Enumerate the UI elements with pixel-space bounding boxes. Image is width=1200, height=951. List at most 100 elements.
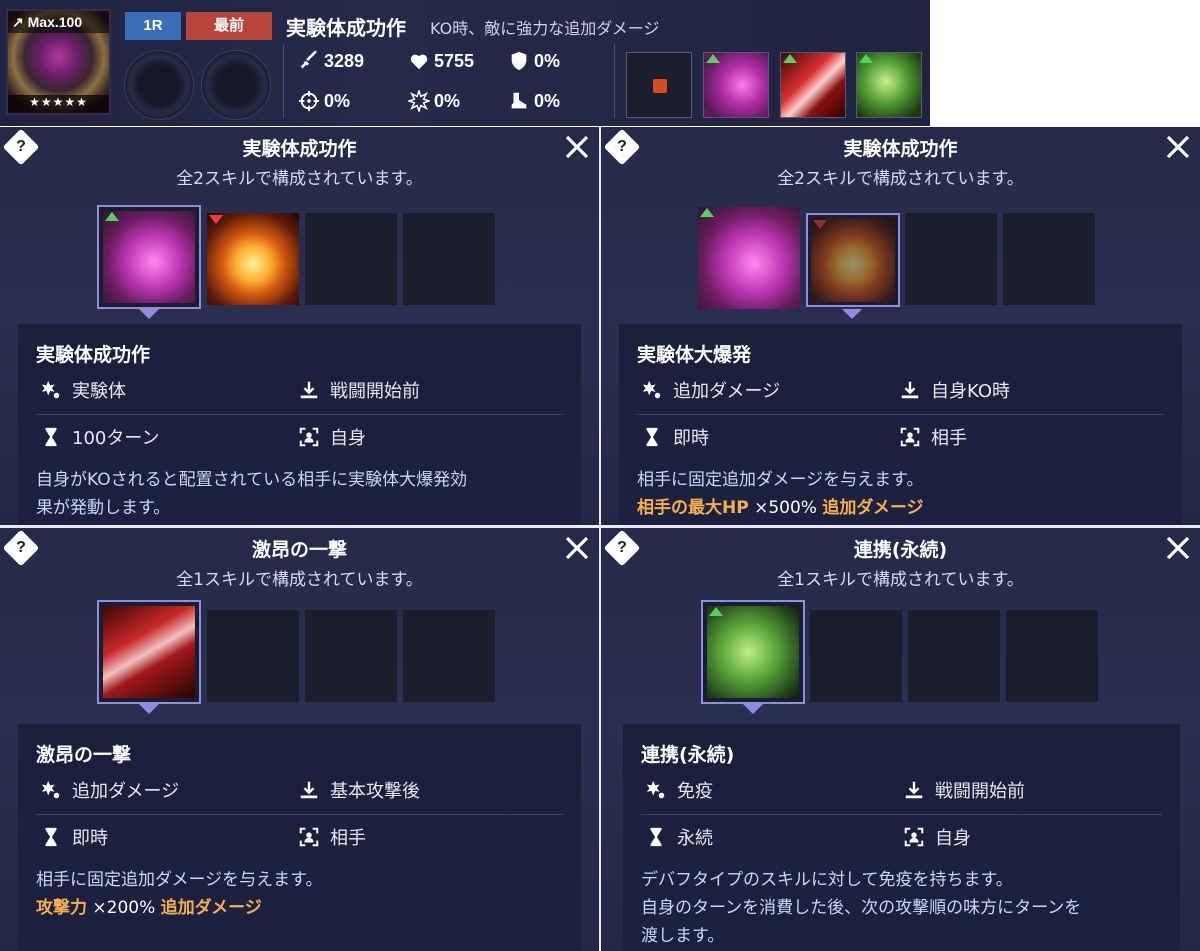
skill-detail-card: 連携(永続) 免疫 戦闘開始前 永続 自身 デバフタイプのスキルに対して免疫を持… <box>623 724 1180 951</box>
skill-panel-1: ? 実験体成功作 全2スキルで構成されています。 実験体成功作 実験体 戦闘開始… <box>0 127 599 525</box>
skill-duration: 100ターン <box>40 424 159 450</box>
selection-pointer <box>743 704 763 714</box>
skill-trigger: 基本攻撃後 <box>298 777 420 803</box>
skill-info-row: 即時 相手 <box>36 816 563 862</box>
skill-tab-empty <box>1006 610 1098 702</box>
equipment-slot-1[interactable] <box>124 50 194 120</box>
stat-critical: 0% <box>408 90 460 112</box>
skill-type: 追加ダメージ <box>40 777 179 803</box>
desc-formula: 攻撃力 ×200% 追加ダメージ <box>36 894 567 922</box>
skill-panel-3: ? 激昂の一撃 全1スキルで構成されています。 激昂の一撃 追加ダメージ 基本攻… <box>0 528 599 951</box>
skill-type-value: 追加ダメージ <box>673 381 781 402</box>
crosshair-icon <box>298 90 320 112</box>
level-label: ↗ Max.100 <box>8 11 109 33</box>
skill-detail-card: 激昂の一撃 追加ダメージ 基本攻撃後 即時 相手 相手に固定追加ダメージを与えま… <box>18 724 581 951</box>
boot-icon <box>511 92 527 109</box>
skill-tab-empty <box>908 610 1000 702</box>
skill-name: 連携(永続) <box>641 744 735 766</box>
skill-info-row: 100ターン 自身 <box>36 416 563 462</box>
skill-target-value: 自身 <box>330 428 366 449</box>
stat-defense-value: 0% <box>534 50 561 71</box>
skill-icon-link[interactable] <box>856 52 922 118</box>
stat-evasion-value: 0% <box>534 90 561 111</box>
skill-tab-link[interactable] <box>701 600 805 704</box>
skill-tab-empty <box>207 610 299 702</box>
character-portrait[interactable]: ↗ Max.100 ★★★★★ <box>6 9 111 115</box>
panel-title: 連携(永続) <box>853 539 948 561</box>
fist-icon <box>707 606 799 698</box>
panel-title: 実験体成功作 <box>242 138 357 160</box>
download-icon <box>905 781 923 799</box>
panel-subtitle: 全2スキルで構成されています。 <box>777 169 1024 189</box>
hourglass-icon <box>45 827 57 847</box>
skill-type-value: 追加ダメージ <box>72 781 180 802</box>
skill-type-value: 実験体 <box>72 381 126 402</box>
stat-accuracy-value: 0% <box>324 90 351 111</box>
position-badge: 最前 <box>186 12 272 40</box>
skill-type: 追加ダメージ <box>641 377 780 403</box>
skill-info-row: 免疫 戦闘開始前 <box>641 769 1162 815</box>
sparkle-icon <box>41 380 60 399</box>
slash-icon <box>103 606 195 698</box>
skill-target: 相手 <box>298 824 366 850</box>
character-header: ↗ Max.100 ★★★★★ 1R 最前 実験体成功作 KO時、敵に強力な追加… <box>0 0 930 126</box>
skill-name: 実験体成功作 <box>36 344 151 366</box>
sword-icon <box>300 50 317 69</box>
skill-tab-empty <box>403 213 495 305</box>
desc-line: 自身のターンを消費した後、次の攻撃順の味方にターンを <box>641 898 1082 918</box>
skill-info-row: 実験体 戦闘開始前 <box>36 369 563 415</box>
skill-info-row: 永続 自身 <box>641 816 1162 862</box>
skill-target: 相手 <box>899 424 967 450</box>
skill-tab-empty <box>1003 213 1095 305</box>
skill-tab-furious-strike[interactable] <box>97 600 201 704</box>
heart-icon <box>410 54 428 70</box>
skill-tab-experiment[interactable] <box>97 205 201 309</box>
arrow-up-icon <box>783 54 797 63</box>
skill-panel-4: ? 連携(永続) 全1スキルで構成されています。 連携(永続) 免疫 戦闘開始前… <box>601 528 1200 951</box>
skill-icon-row <box>0 600 599 716</box>
stat-defense: 0% <box>508 50 560 72</box>
download-icon <box>300 781 318 799</box>
skill-info-row: 即時 相手 <box>637 416 1164 462</box>
skill-tab-empty <box>810 610 902 702</box>
stat-critical-value: 0% <box>434 90 461 111</box>
skill-type: 免疫 <box>645 777 713 803</box>
equipment-slot-2[interactable] <box>201 50 271 120</box>
skill-trigger: 戦闘開始前 <box>298 377 420 403</box>
target-person-icon <box>900 427 920 447</box>
skill-icon-furious-strike[interactable] <box>780 52 846 118</box>
desc-formula: 相手の最大HP ×500% 追加ダメージ <box>637 494 1168 522</box>
skill-trigger-value: 戦闘開始前 <box>330 381 420 402</box>
selection-pointer <box>139 704 159 714</box>
skill-icon-experiment[interactable] <box>703 52 769 118</box>
stat-evasion: 0% <box>508 90 560 112</box>
skill-icon-row <box>601 205 1200 319</box>
skill-tab-experiment[interactable] <box>698 207 800 309</box>
panel-divider-vertical <box>599 126 601 951</box>
skill-duration-value: 100ターン <box>72 428 160 449</box>
panel-subtitle: 全2スキルで構成されています。 <box>176 169 423 189</box>
stat-accuracy: 0% <box>298 90 350 112</box>
skill-tab-explosion[interactable] <box>806 213 900 307</box>
formula-effect: 追加ダメージ <box>822 498 924 518</box>
skill-target-value: 自身 <box>935 828 971 849</box>
arrow-down-icon <box>813 220 827 229</box>
selection-pointer <box>842 309 862 319</box>
skill-icon-row <box>0 205 599 319</box>
arrow-up-icon <box>105 212 119 221</box>
hourglass-icon <box>650 827 662 847</box>
skill-target: 自身 <box>903 824 971 850</box>
desc-line: 渡します。 <box>641 926 725 946</box>
stat-hp: 5755 <box>408 50 474 72</box>
skill-target: 自身 <box>298 424 366 450</box>
syringe-icon <box>103 211 195 303</box>
skill-name: 激昂の一撃 <box>36 744 132 766</box>
skill-info-row: 追加ダメージ 自身KO時 <box>637 369 1164 415</box>
skill-slot-passive[interactable] <box>626 52 692 118</box>
stat-hp-value: 5755 <box>434 50 475 71</box>
sword-icon: ↗ <box>12 14 24 30</box>
skill-tab-empty <box>305 610 397 702</box>
skill-tab-explosion[interactable] <box>207 213 299 305</box>
skill-duration-value: 即時 <box>72 828 108 849</box>
skill-tab-empty <box>905 213 997 305</box>
